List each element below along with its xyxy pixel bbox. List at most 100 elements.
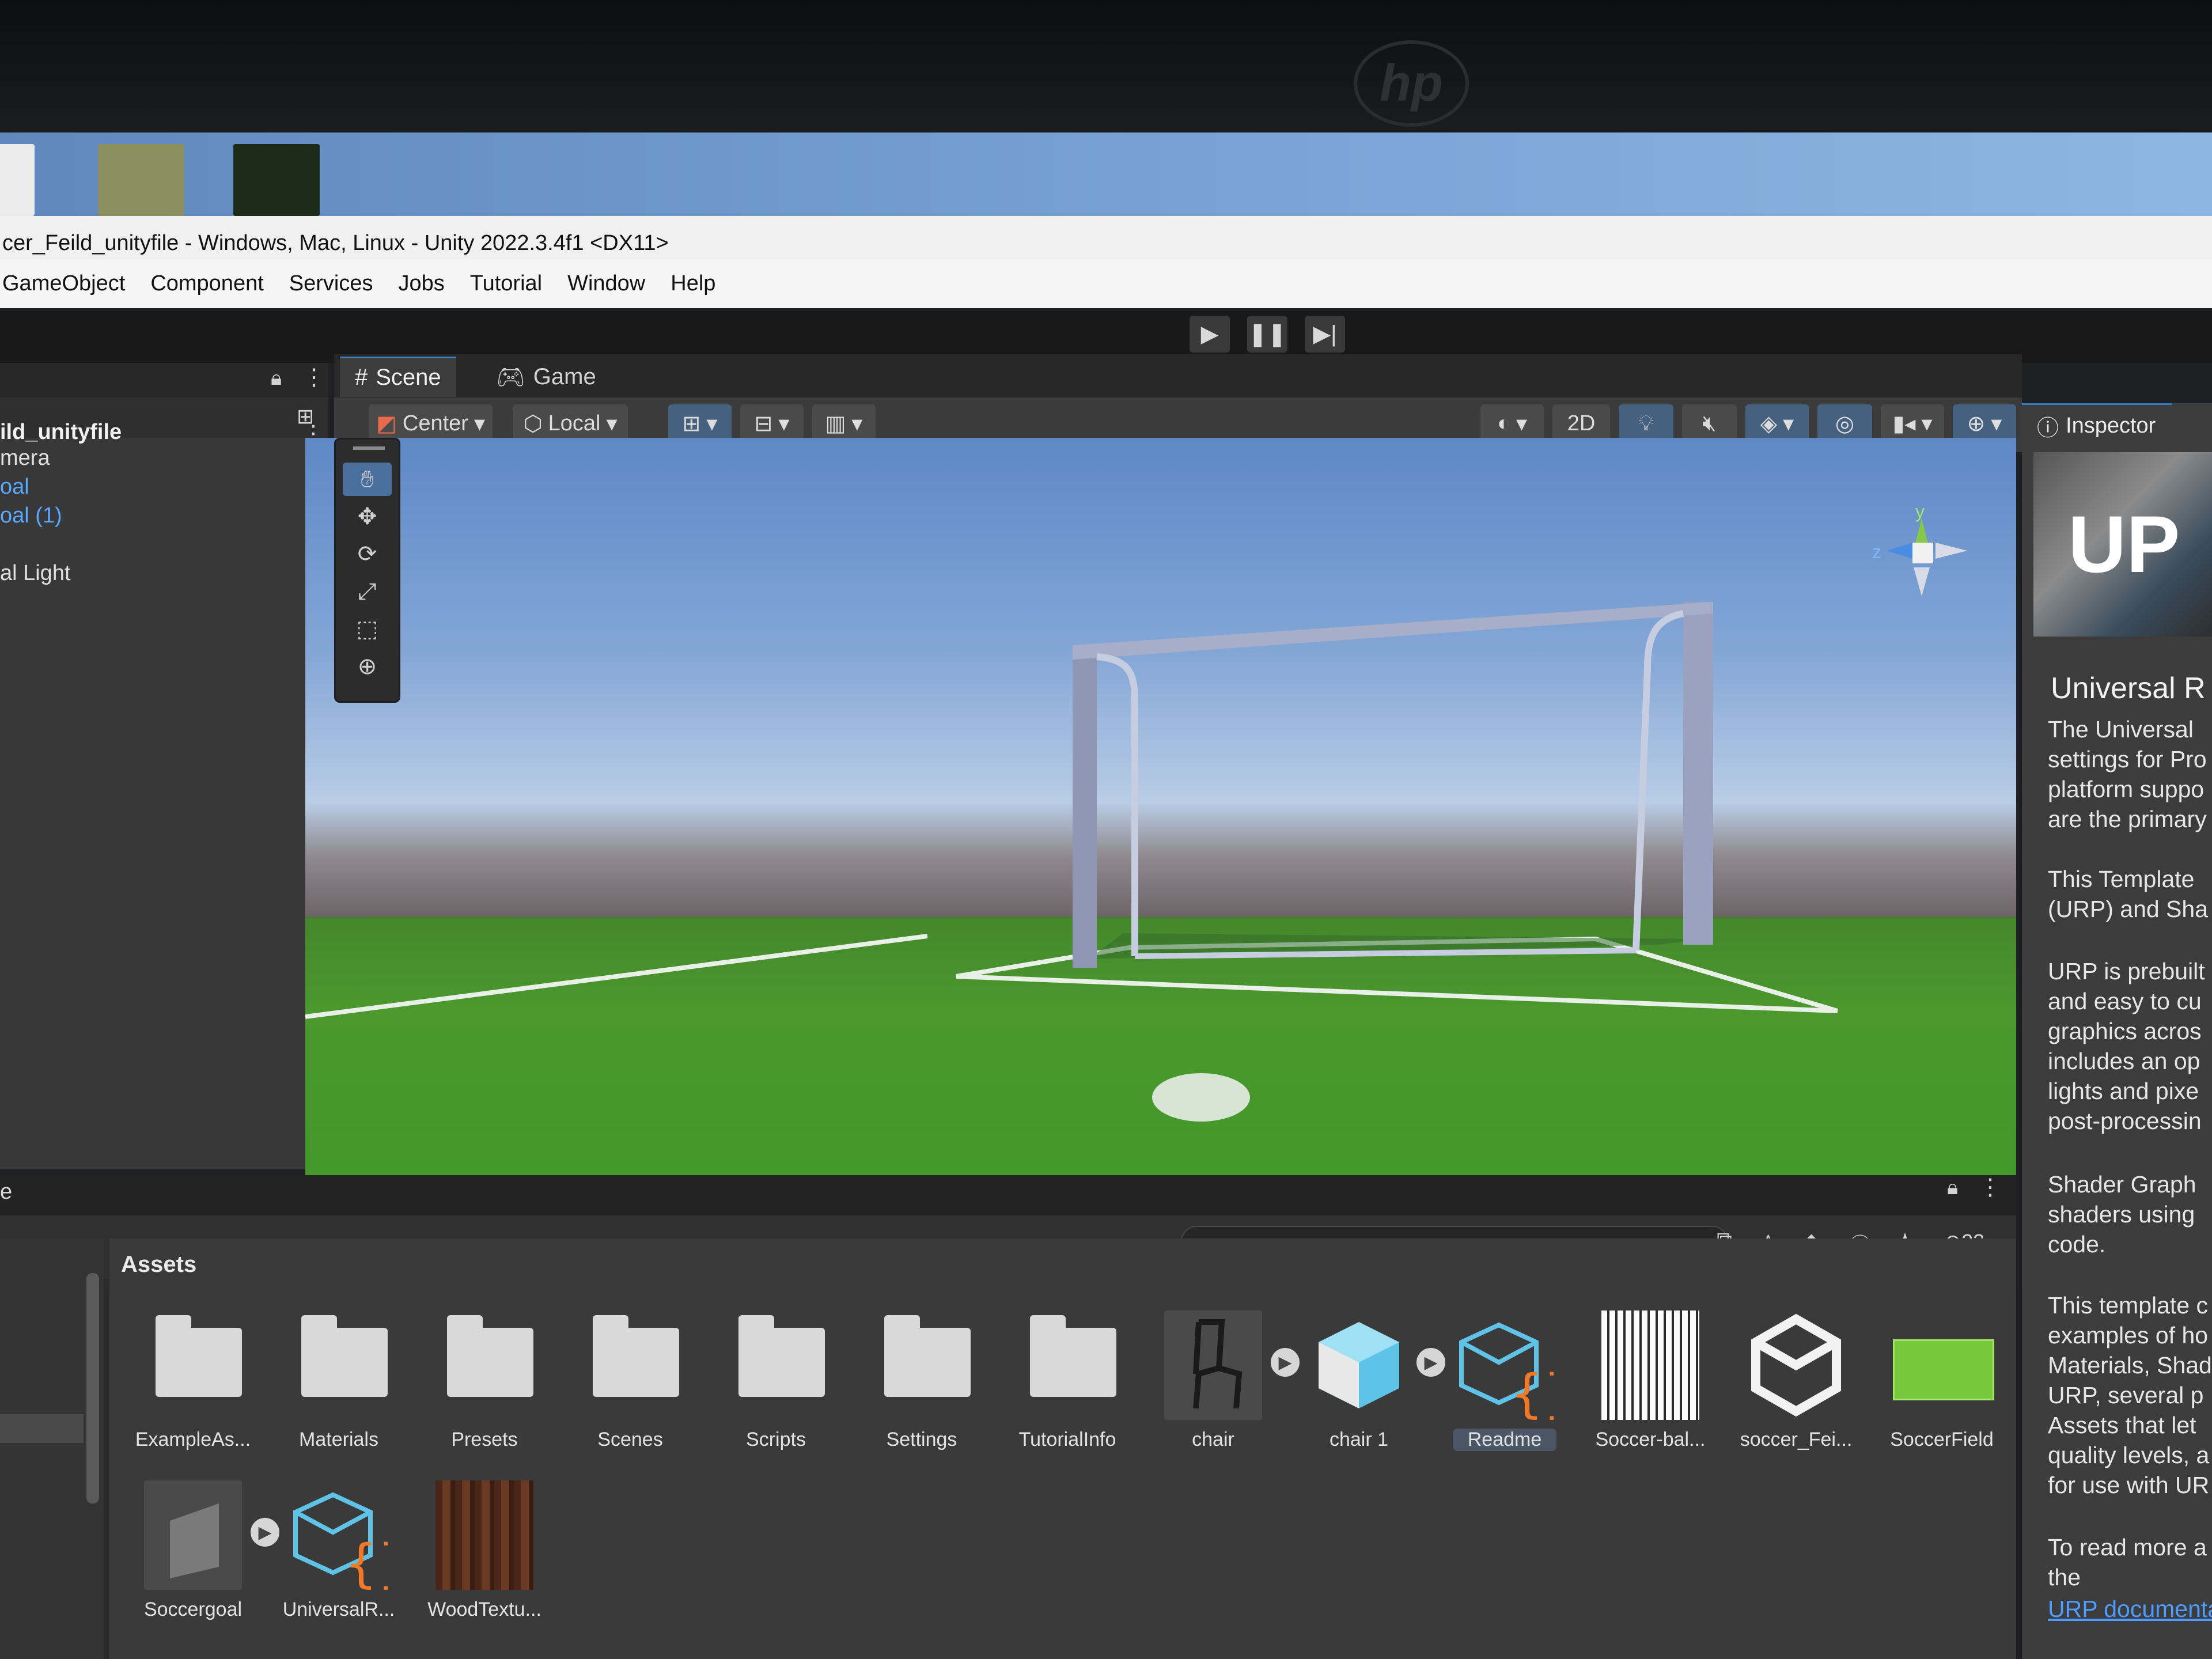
asset-folder-presets[interactable]: Presets <box>415 1305 554 1478</box>
asset-universal-render-pipeline[interactable]: {} UniversalR... <box>270 1475 411 1647</box>
lock-icon[interactable]: 🔒︎ <box>1947 1175 1958 1200</box>
urp-documentation-link[interactable]: URP documenta <box>2048 1596 2212 1623</box>
move-icon: ✥ <box>357 504 377 529</box>
scene-viewport[interactable]: y z <box>305 438 2016 1198</box>
step-button[interactable]: ▶| <box>1305 316 1345 353</box>
tree-scrollbar[interactable] <box>86 1273 99 1503</box>
assets-breadcrumb[interactable]: Assets <box>109 1238 2016 1290</box>
asset-model-soccergoal[interactable]: ▶ Soccergoal <box>124 1475 279 1647</box>
asset-texture-soccerfield[interactable]: SoccerField <box>1873 1305 2011 1478</box>
ruler-button[interactable]: ▥ ▾ <box>812 404 876 442</box>
menu-help[interactable]: Help <box>671 271 715 296</box>
project-header: e <box>0 1175 2016 1215</box>
asset-texture-wood[interactable]: WoodTextu... <box>415 1475 554 1647</box>
readme-paragraph-3: URP is prebuilt and easy to cu graphics … <box>2048 958 2205 1134</box>
shading-icon: ◐ <box>1497 411 1510 435</box>
project-folder-tree[interactable] <box>0 1238 104 1659</box>
lighting-toggle[interactable]: 💡︎ <box>1619 404 1673 442</box>
gizmo-neg-y-cone[interactable] <box>1914 567 1930 596</box>
soccer-goal <box>1073 602 1713 968</box>
hand-tool[interactable]: ✋︎ <box>343 463 392 496</box>
gizmo-z-cone[interactable] <box>1887 543 1912 559</box>
chevron-down-icon: ▾ <box>1516 411 1528 436</box>
hierarchy-item-light[interactable]: al Light <box>0 559 323 588</box>
asset-folder-tutorialinfo[interactable]: TutorialInfo <box>998 1305 1137 1478</box>
urp-banner-image: UP <box>2033 452 2212 637</box>
folder-icon <box>581 1310 679 1420</box>
app-desktop-icon[interactable] <box>98 144 184 216</box>
snap-increment-button[interactable]: ⊟ ▾ <box>740 404 804 442</box>
project-tab-label[interactable]: e <box>0 1180 35 1211</box>
chevron-down-icon: ▾ <box>606 411 618 436</box>
menu-component[interactable]: Component <box>150 271 263 296</box>
asset-texture-soccer-ball[interactable]: Soccer-bal... <box>1581 1305 1719 1478</box>
scale-icon: ⤢ <box>358 578 377 604</box>
scale-tool[interactable]: ⤢ <box>343 575 392 608</box>
transform-tool[interactable]: ⊕ <box>343 650 392 683</box>
menu-window[interactable]: Window <box>567 271 645 296</box>
asset-scene-soccer-field[interactable]: soccer_Fei... <box>1727 1305 1865 1478</box>
pivot-dropdown[interactable]: ◩ Center ▾ <box>369 404 493 442</box>
palette-drag-handle[interactable] <box>353 446 385 450</box>
chair-model-icon <box>1164 1310 1262 1420</box>
asset-model-chair[interactable]: ▶ chair <box>1144 1305 1300 1478</box>
script-asset-icon: {} <box>290 1480 411 1594</box>
gizmo-x-cone[interactable] <box>1936 543 1967 559</box>
draw-mode-button[interactable]: ◐ ▾ <box>1480 404 1544 442</box>
gizmos-button[interactable]: ⊕ ▾ <box>1953 404 2016 442</box>
pause-button[interactable]: ❚❚ <box>1247 316 1287 353</box>
asset-folder-materials[interactable]: Materials <box>270 1305 408 1478</box>
tab-game[interactable]: 🎮︎ Game <box>481 357 611 397</box>
folder-icon <box>435 1310 533 1420</box>
asset-folder-exampleassets[interactable]: ExampleAs... <box>124 1305 262 1478</box>
menu-gameobject[interactable]: GameObject <box>2 271 125 296</box>
hierarchy-item-camera[interactable]: mera <box>0 444 323 472</box>
hp-logo-icon: hp <box>1354 40 1469 127</box>
orientation-gizmo[interactable]: y z <box>1872 501 1976 616</box>
hierarchy-panel: 🔒︎ ⋮ ⊞ ild_unityfile ⋮ mera oal oal (1) … <box>0 363 328 1169</box>
grass-field <box>305 919 2016 1198</box>
unity-hub-desktop-icon[interactable] <box>233 144 320 216</box>
grid-snap-button[interactable]: ⊞ ▾ <box>668 404 732 442</box>
file-desktop-icon[interactable] <box>0 144 35 216</box>
hierarchy-scene-root[interactable]: ild_unityfile <box>0 418 323 446</box>
menu-jobs[interactable]: Jobs <box>399 271 445 296</box>
space-dropdown[interactable]: ⬡ Local ▾ <box>513 404 628 442</box>
readme-paragraph-6: To read more a the <box>2048 1534 2207 1590</box>
asset-readme[interactable]: {} Readme <box>1435 1305 1577 1478</box>
gizmo-center-cube[interactable] <box>1912 543 1933 563</box>
effects-toggle[interactable]: ◈ ▾ <box>1745 404 1809 442</box>
rotate-tool[interactable]: ⟳ <box>343 537 392 571</box>
asset-folder-scripts[interactable]: Scripts <box>707 1305 845 1478</box>
audio-toggle[interactable]: 🔇︎ <box>1682 404 1737 442</box>
chevron-down-icon: ▾ <box>1921 411 1933 436</box>
hierarchy-item-goal-1[interactable]: oal (1) <box>0 501 323 530</box>
more-options-icon[interactable]: ⋮ <box>1979 1174 2002 1200</box>
tree-selected-row[interactable] <box>0 1414 84 1443</box>
gizmo-z-label: z <box>1872 541 1881 562</box>
move-tool[interactable]: ✥ <box>343 500 392 533</box>
tab-scene[interactable]: # Scene <box>340 357 456 397</box>
more-options-icon[interactable]: ⋮ <box>302 364 325 391</box>
ruler-icon: ▥ <box>825 411 846 436</box>
play-button[interactable]: ▶ <box>1190 316 1230 353</box>
eye-slash-icon: ◎ <box>1835 411 1855 436</box>
texture-thumbnail <box>1601 1310 1699 1420</box>
camera-settings-button[interactable]: ▮◂ ▾ <box>1881 404 1944 442</box>
menu-services[interactable]: Services <box>289 271 373 296</box>
lock-icon[interactable]: 🔒︎ <box>271 366 282 391</box>
asset-prefab-chair-1[interactable]: ▶ chair 1 <box>1290 1305 1445 1478</box>
asset-folder-scenes[interactable]: Scenes <box>561 1305 699 1478</box>
asset-folder-settings[interactable]: Settings <box>853 1305 991 1478</box>
menu-tutorial[interactable]: Tutorial <box>470 271 542 296</box>
2d-toggle[interactable]: 2D <box>1552 404 1610 442</box>
tab-inspector[interactable]: ⓘ Inspector <box>2022 403 2172 446</box>
visibility-toggle[interactable]: ◎ <box>1817 404 1872 442</box>
scene-render <box>305 602 2016 1198</box>
hierarchy-item-goal[interactable]: oal <box>0 472 323 501</box>
rect-tool[interactable]: ⬚ <box>343 612 392 646</box>
penalty-spot <box>1152 1073 1250 1122</box>
grid-icon: ⊞ <box>682 411 701 436</box>
field-texture-thumbnail <box>1893 1339 1994 1400</box>
gamepad-icon: 🎮︎ <box>496 364 525 390</box>
